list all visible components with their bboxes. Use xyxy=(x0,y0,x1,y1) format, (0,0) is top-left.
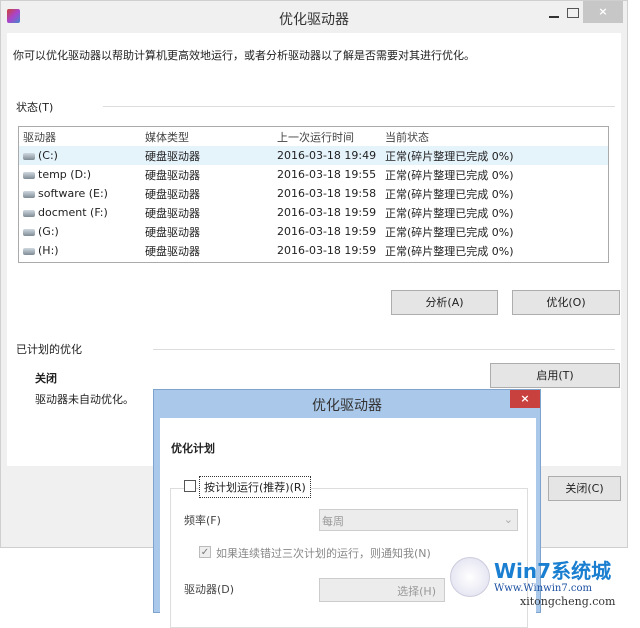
minimize-button[interactable] xyxy=(545,8,563,22)
watermark-url2: xitongcheng.com xyxy=(520,595,616,608)
drive-state: 正常(碎片整理已完成 0%) xyxy=(381,146,608,165)
windows-logo-icon xyxy=(450,557,490,597)
schedule-description: 驱动器未自动优化。 xyxy=(35,393,134,406)
drive-last-text: 2016-03-18 19:59 xyxy=(277,244,377,257)
column-header[interactable]: 上一次运行时间 xyxy=(273,127,381,146)
drive-state-text: 正常(碎片整理已完成 0%) xyxy=(385,149,514,163)
dialog-close-button[interactable]: × xyxy=(510,390,540,408)
drive-last-text: 2016-03-18 19:55 xyxy=(277,168,377,181)
chevron-down-icon: ⌄ xyxy=(503,513,513,526)
drive-last: 2016-03-18 19:59 xyxy=(273,222,381,241)
dialog-heading: 优化计划 xyxy=(171,442,215,455)
drive-state-text: 正常(碎片整理已完成 0%) xyxy=(385,225,514,239)
frequency-select[interactable]: 每周 ⌄ xyxy=(319,509,518,531)
frequency-value: 每周 xyxy=(322,515,344,528)
drive-state-text: 正常(碎片整理已完成 0%) xyxy=(385,168,514,182)
window-title: 优化驱动器 xyxy=(279,12,349,28)
drive-media: 硬盘驱动器 xyxy=(141,165,273,184)
drive-media: 硬盘驱动器 xyxy=(141,146,273,165)
watermark-url1: Www.Winwin7.com xyxy=(494,583,592,594)
hard-drive-icon xyxy=(23,171,35,179)
drive-row[interactable]: software (E:) 硬盘驱动器 2016-03-18 19:58 正常(碎片整… xyxy=(19,184,608,203)
status-label: 状态(T) xyxy=(16,101,54,114)
drive-drive: software (E:) xyxy=(19,184,141,203)
drive-media-text: 硬盘驱动器 xyxy=(145,206,200,220)
run-on-schedule-label[interactable]: 按计划运行(推荐)(R) xyxy=(199,476,311,498)
scheduled-label: 已计划的优化 xyxy=(16,343,82,356)
drive-last-text: 2016-03-18 19:58 xyxy=(277,187,377,200)
drive-last-text: 2016-03-18 19:49 xyxy=(277,149,377,162)
close-window-button[interactable]: × xyxy=(583,1,623,23)
drive-state: 正常(碎片整理已完成 0%) xyxy=(381,184,608,203)
drive-row[interactable]: (H:) 硬盘驱动器 2016-03-18 19:59 正常(碎片整理已完成 0%) xyxy=(19,241,608,260)
drive-drive: (G:) xyxy=(19,222,141,241)
drive-media: 硬盘驱动器 xyxy=(141,184,273,203)
drive-media-text: 硬盘驱动器 xyxy=(145,225,200,239)
drive-row[interactable]: docment (F:) 硬盘驱动器 2016-03-18 19:59 正常(碎片整理… xyxy=(19,203,608,222)
run-on-schedule-checkbox[interactable] xyxy=(184,480,196,492)
drive-state: 正常(碎片整理已完成 0%) xyxy=(381,241,608,260)
drive-drive-text: software (E:) xyxy=(38,187,108,200)
drive-list[interactable]: 驱动器 媒体类型 上一次运行时间 当前状态 (C:) 硬盘驱动器 2016-03-1… xyxy=(18,126,609,263)
drive-media-text: 硬盘驱动器 xyxy=(145,149,200,163)
drive-drive-text: docment (F:) xyxy=(38,206,108,219)
drive-last: 2016-03-18 19:55 xyxy=(273,165,381,184)
drive-media-text: 硬盘驱动器 xyxy=(145,168,200,182)
drive-drive: docment (F:) xyxy=(19,203,141,222)
drive-state-text: 正常(碎片整理已完成 0%) xyxy=(385,206,514,220)
frequency-label: 频率(F) xyxy=(184,514,221,527)
column-header[interactable]: 媒体类型 xyxy=(141,127,273,146)
drive-drive-text: (G:) xyxy=(38,225,59,238)
hard-drive-icon xyxy=(23,190,35,198)
notify-checkbox[interactable]: ✓ xyxy=(199,546,211,558)
choose-button[interactable]: 选择(H) xyxy=(319,578,445,602)
drive-media: 硬盘驱动器 xyxy=(141,203,273,222)
description: 你可以优化驱动器以帮助计算机更高效地运行，或者分析驱动器以了解是否需要对其进行优… xyxy=(13,49,475,62)
watermark-brand: Win7系统城 xyxy=(494,559,612,583)
title-bar: 优化驱动器 × xyxy=(1,1,627,33)
drive-row[interactable]: (G:) 硬盘驱动器 2016-03-18 19:59 正常(碎片整理已完成 0%) xyxy=(19,222,608,241)
drive-row[interactable]: temp (D:) 硬盘驱动器 2016-03-18 19:55 正常(碎片整理已完成… xyxy=(19,165,608,184)
drive-state-text: 正常(碎片整理已完成 0%) xyxy=(385,187,514,201)
drive-list-header: 驱动器 媒体类型 上一次运行时间 当前状态 xyxy=(19,127,608,146)
drive-drive-text: (C:) xyxy=(38,149,58,162)
drive-media: 硬盘驱动器 xyxy=(141,222,273,241)
hard-drive-icon xyxy=(23,228,35,236)
drive-drive: (H:) xyxy=(19,241,141,260)
watermark: Win7系统城 Www.Winwin7.com xitongcheng.com xyxy=(450,555,640,613)
drive-row[interactable]: (C:) 硬盘驱动器 2016-03-18 19:49 正常(碎片整理已完成 0%) xyxy=(19,146,608,165)
column-header[interactable]: 当前状态 xyxy=(381,127,608,146)
drive-media: 硬盘驱动器 xyxy=(141,241,273,260)
drive-drive-text: (H:) xyxy=(38,244,59,257)
drive-last-text: 2016-03-18 19:59 xyxy=(277,225,377,238)
drive-media-text: 硬盘驱动器 xyxy=(145,244,200,258)
enable-button[interactable]: 启用(T) xyxy=(490,363,620,388)
maximize-button[interactable] xyxy=(567,8,579,18)
drive-drive: temp (D:) xyxy=(19,165,141,184)
drive-last-text: 2016-03-18 19:59 xyxy=(277,206,377,219)
hard-drive-icon xyxy=(23,247,35,255)
drive-drive-text: temp (D:) xyxy=(38,168,92,181)
close-button[interactable]: 关闭(C) xyxy=(548,476,621,501)
drive-last: 2016-03-18 19:58 xyxy=(273,184,381,203)
column-header[interactable]: 驱动器 xyxy=(19,127,141,146)
hard-drive-icon xyxy=(23,152,35,160)
drive-state-text: 正常(碎片整理已完成 0%) xyxy=(385,244,514,258)
notify-label: 如果连续错过三次计划的运行，则通知我(N) xyxy=(216,547,431,560)
analyze-button[interactable]: 分析(A) xyxy=(391,290,498,315)
drive-media-text: 硬盘驱动器 xyxy=(145,187,200,201)
schedule-state: 关闭 xyxy=(35,372,57,385)
drive-last: 2016-03-18 19:49 xyxy=(273,146,381,165)
drive-last: 2016-03-18 19:59 xyxy=(273,203,381,222)
hard-drive-icon xyxy=(23,209,35,217)
optimize-button[interactable]: 优化(O) xyxy=(512,290,620,315)
drive-state: 正常(碎片整理已完成 0%) xyxy=(381,165,608,184)
dialog-title: 优化驱动器 xyxy=(312,398,382,414)
drives-label: 驱动器(D) xyxy=(184,583,235,596)
drive-state: 正常(碎片整理已完成 0%) xyxy=(381,203,608,222)
drive-drive: (C:) xyxy=(19,146,141,165)
drive-last: 2016-03-18 19:59 xyxy=(273,241,381,260)
drive-state: 正常(碎片整理已完成 0%) xyxy=(381,222,608,241)
